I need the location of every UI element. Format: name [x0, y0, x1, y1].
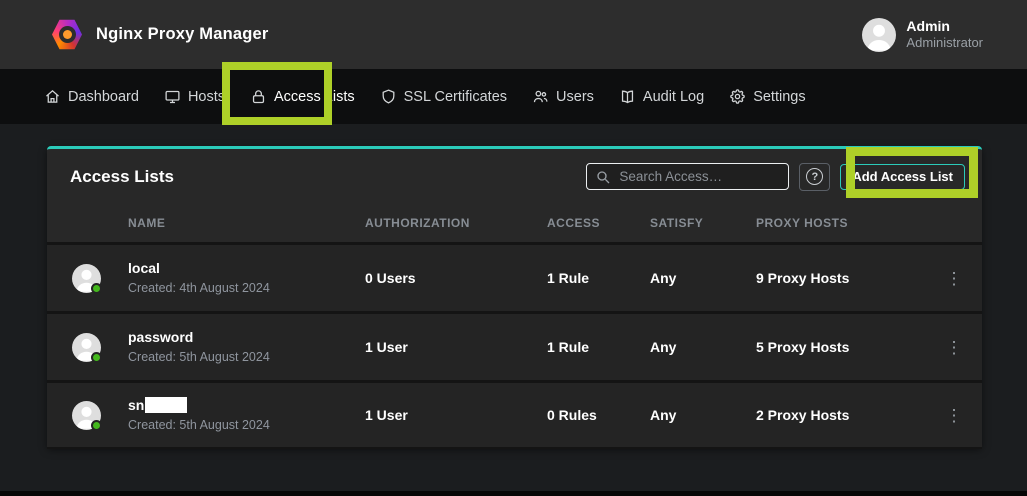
book-icon	[619, 88, 636, 105]
users-icon	[532, 88, 549, 105]
nav-item-hosts[interactable]: Hosts	[164, 88, 225, 105]
satisfy-value: Any	[650, 407, 756, 423]
access-list-name: password	[128, 329, 365, 346]
redaction-box	[145, 397, 187, 413]
access-list-name: sn	[128, 397, 365, 414]
column-satisfy: SATISFY	[650, 216, 756, 230]
user-name: Admin	[906, 18, 983, 35]
person-icon	[862, 18, 896, 52]
user-role: Administrator	[906, 35, 983, 51]
column-authorization: AUTHORIZATION	[365, 216, 547, 230]
table-header: NAME AUTHORIZATION ACCESS SATISFY PROXY …	[47, 204, 982, 242]
nav-item-users[interactable]: Users	[532, 88, 594, 105]
access-value: 0 Rules	[547, 407, 650, 423]
nav-item-ssl-certificates[interactable]: SSL Certificates	[380, 88, 507, 105]
access-value: 1 Rule	[547, 339, 650, 355]
user-avatar[interactable]	[862, 18, 896, 52]
search-icon	[595, 169, 611, 185]
access-value: 1 Rule	[547, 270, 650, 286]
page-title: Access Lists	[70, 167, 174, 187]
help-button[interactable]: ?	[799, 163, 830, 191]
authorization-value: 0 Users	[365, 270, 547, 286]
search-input[interactable]	[619, 169, 780, 184]
nav-item-dashboard[interactable]: Dashboard	[44, 88, 139, 105]
monitor-icon	[164, 88, 181, 105]
column-access: ACCESS	[547, 216, 650, 230]
row-menu-icon[interactable]: ⋮	[926, 407, 982, 424]
proxy-hosts-value: 5 Proxy Hosts	[756, 339, 926, 355]
search-box[interactable]	[586, 163, 789, 190]
bottom-edge	[0, 491, 1027, 496]
status-dot	[91, 352, 102, 363]
authorization-value: 1 User	[365, 339, 547, 355]
table-row[interactable]: sn Created: 5th August 2024 1 User 0 Rul…	[47, 380, 982, 449]
nav-item-access-lists[interactable]: Access Lists	[250, 88, 355, 105]
row-avatar	[72, 333, 101, 362]
app-header: Nginx Proxy Manager Admin Administrator	[0, 0, 1027, 69]
row-avatar	[72, 401, 101, 430]
created-date: Created: 5th August 2024	[128, 349, 365, 365]
nav-item-audit-log[interactable]: Audit Log	[619, 88, 704, 105]
created-date: Created: 5th August 2024	[128, 417, 365, 433]
table-row[interactable]: local Created: 4th August 2024 0 Users 1…	[47, 242, 982, 311]
table-row[interactable]: password Created: 5th August 2024 1 User…	[47, 311, 982, 380]
column-name: NAME	[128, 216, 365, 230]
satisfy-value: Any	[650, 339, 756, 355]
created-date: Created: 4th August 2024	[128, 280, 365, 296]
access-lists-panel: Access Lists ? Add Access List NAME AUTH…	[47, 146, 982, 447]
access-list-name: local	[128, 260, 365, 277]
home-icon	[44, 88, 61, 105]
proxy-hosts-value: 9 Proxy Hosts	[756, 270, 926, 286]
row-menu-icon[interactable]: ⋮	[926, 339, 982, 356]
column-proxy-hosts: PROXY HOSTS	[756, 216, 926, 230]
question-mark-icon: ?	[806, 168, 823, 185]
lock-icon	[250, 88, 267, 105]
satisfy-value: Any	[650, 270, 756, 286]
status-dot	[91, 420, 102, 431]
main-nav: Dashboard Hosts Access Lists SSL Certifi…	[0, 69, 1027, 124]
authorization-value: 1 User	[365, 407, 547, 423]
proxy-hosts-value: 2 Proxy Hosts	[756, 407, 926, 423]
gear-icon	[729, 88, 746, 105]
nav-item-settings[interactable]: Settings	[729, 88, 805, 105]
user-menu[interactable]: Admin Administrator	[862, 18, 983, 52]
add-access-list-button[interactable]: Add Access List	[840, 164, 965, 190]
status-dot	[91, 283, 102, 294]
panel-header: Access Lists ? Add Access List	[47, 149, 982, 204]
row-menu-icon[interactable]: ⋮	[926, 270, 982, 287]
screen: Nginx Proxy Manager Admin Administrator …	[0, 0, 1027, 496]
row-avatar	[72, 264, 101, 293]
app-title: Nginx Proxy Manager	[96, 25, 269, 44]
shield-icon	[380, 88, 397, 105]
app-logo-icon	[52, 19, 82, 51]
